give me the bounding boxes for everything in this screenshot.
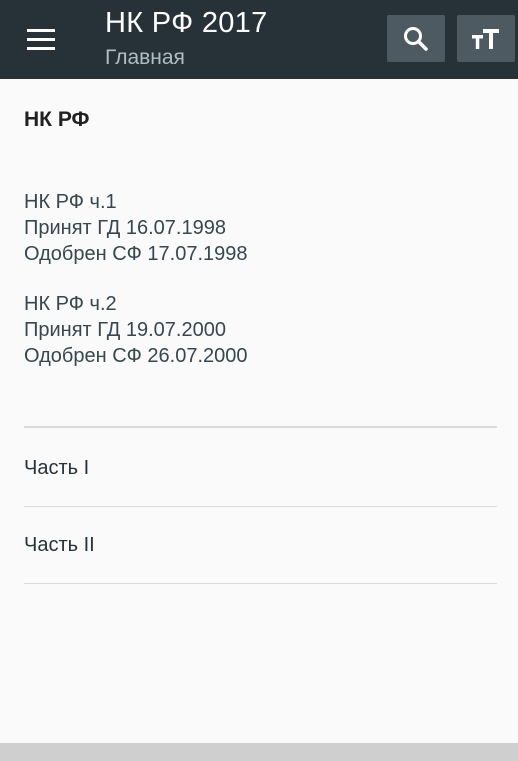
part2-adopted: Принят ГД 19.07.2000 <box>24 319 226 341</box>
app-title: НК РФ 2017 <box>105 7 268 39</box>
part2-name: НК РФ ч.2 <box>24 293 117 315</box>
part1-name: НК РФ ч.1 <box>24 191 117 213</box>
list-item-part-1[interactable]: Часть I <box>24 430 497 507</box>
divider <box>24 426 497 428</box>
part1-info: НК РФ ч.1 Принят ГД 16.07.1998 Одобрен С… <box>24 189 497 267</box>
part1-adopted: Принят ГД 16.07.1998 <box>24 217 226 239</box>
list-item-part-2[interactable]: Часть II <box>24 507 497 584</box>
text-size-icon <box>472 28 499 49</box>
menu-icon[interactable] <box>18 22 64 56</box>
main-content: НК РФ НК РФ ч.1 Принят ГД 16.07.1998 Одо… <box>24 79 497 369</box>
app-bar: НК РФ 2017 Главная <box>0 0 518 79</box>
search-icon <box>404 26 428 51</box>
text-size-button[interactable] <box>457 15 515 62</box>
divider <box>24 583 497 584</box>
page-title: НК РФ <box>24 108 90 131</box>
bottom-bar <box>0 743 518 761</box>
part2-approved: Одобрен СФ 26.07.2000 <box>24 345 248 367</box>
part1-approved: Одобрен СФ 17.07.1998 <box>24 243 248 265</box>
part2-info: НК РФ ч.2 Принят ГД 19.07.2000 Одобрен С… <box>24 291 497 369</box>
page-subtitle: Главная <box>105 46 185 69</box>
search-button[interactable] <box>387 15 445 62</box>
app-bar-titles: НК РФ 2017 Главная <box>105 6 268 71</box>
